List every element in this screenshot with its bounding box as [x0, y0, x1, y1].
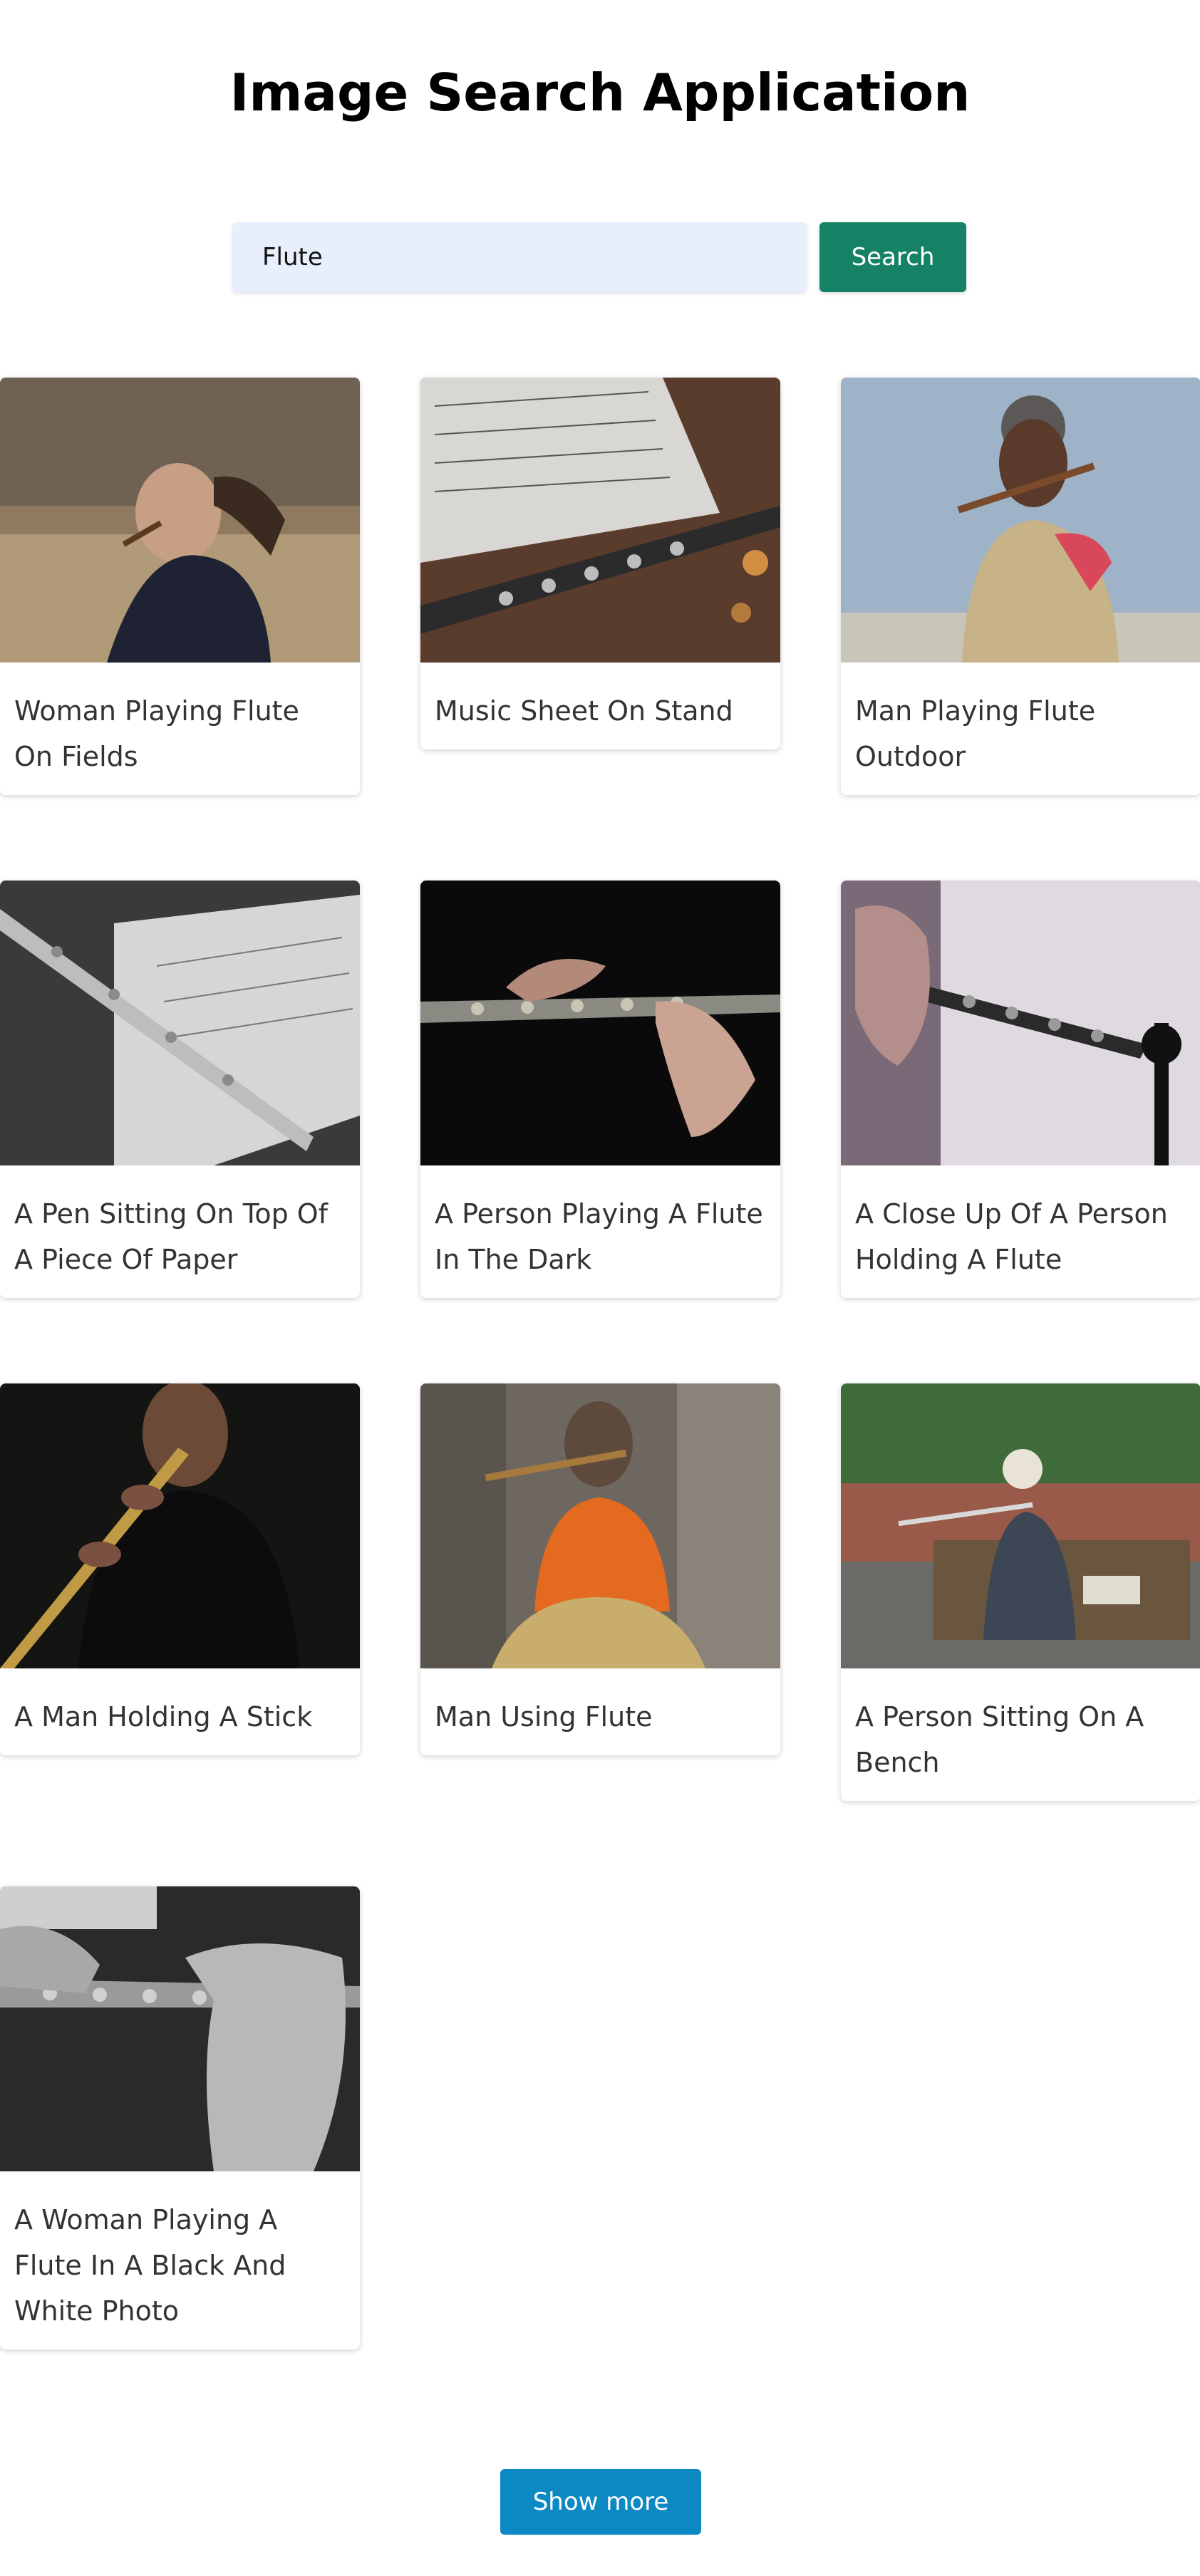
result-card[interactable]: Music Sheet On Stand — [420, 378, 780, 749]
result-card[interactable]: A Close Up Of A Person Holding A Flute — [841, 881, 1200, 1298]
result-card[interactable]: A Person Sitting On A Bench — [841, 1383, 1200, 1801]
result-caption: A Pen Sitting On Top Of A Piece Of Paper — [14, 1198, 329, 1275]
result-caption: A Woman Playing A Flute In A Black And W… — [14, 2204, 286, 2327]
result-card[interactable]: A Woman Playing A Flute In A Black And W… — [0, 1886, 360, 2349]
result-card[interactable]: A Pen Sitting On Top Of A Piece Of Paper — [0, 881, 360, 1298]
result-card[interactable]: A Person Playing A Flute In The Dark — [420, 881, 780, 1298]
result-image[interactable] — [841, 1383, 1200, 1668]
result-card[interactable]: Man Playing Flute Outdoor — [841, 378, 1200, 795]
result-image[interactable] — [841, 378, 1200, 663]
search-input[interactable] — [232, 222, 807, 292]
result-image[interactable] — [0, 1886, 360, 2171]
result-card[interactable]: Man Using Flute — [420, 1383, 780, 1755]
result-caption: Music Sheet On Stand — [435, 695, 733, 727]
result-image[interactable] — [0, 881, 360, 1165]
result-card[interactable]: A Man Holding A Stick — [0, 1383, 360, 1755]
result-caption: Man Using Flute — [435, 1701, 653, 1733]
result-caption: Man Playing Flute Outdoor — [855, 695, 1096, 772]
result-card[interactable]: Woman Playing Flute On Fields — [0, 378, 360, 795]
result-image[interactable] — [841, 881, 1200, 1165]
result-image[interactable] — [420, 1383, 780, 1668]
result-image[interactable] — [0, 1383, 360, 1668]
result-caption: A Man Holding A Stick — [14, 1701, 313, 1733]
result-caption: A Person Playing A Flute In The Dark — [435, 1198, 763, 1275]
result-caption: A Close Up Of A Person Holding A Flute — [855, 1198, 1168, 1275]
result-image[interactable] — [420, 881, 780, 1165]
result-image[interactable] — [0, 378, 360, 663]
result-caption: A Person Sitting On A Bench — [855, 1701, 1144, 1778]
result-image[interactable] — [420, 378, 780, 663]
result-caption: Woman Playing Flute On Fields — [14, 695, 299, 772]
search-button[interactable]: Search — [819, 222, 966, 292]
show-more-button[interactable]: Show more — [500, 2469, 701, 2535]
results-grid: Woman Playing Flute On Fields Music Shee… — [0, 378, 1200, 2349]
search-bar: Search — [232, 222, 966, 292]
page-title: Image Search Application — [229, 63, 971, 123]
